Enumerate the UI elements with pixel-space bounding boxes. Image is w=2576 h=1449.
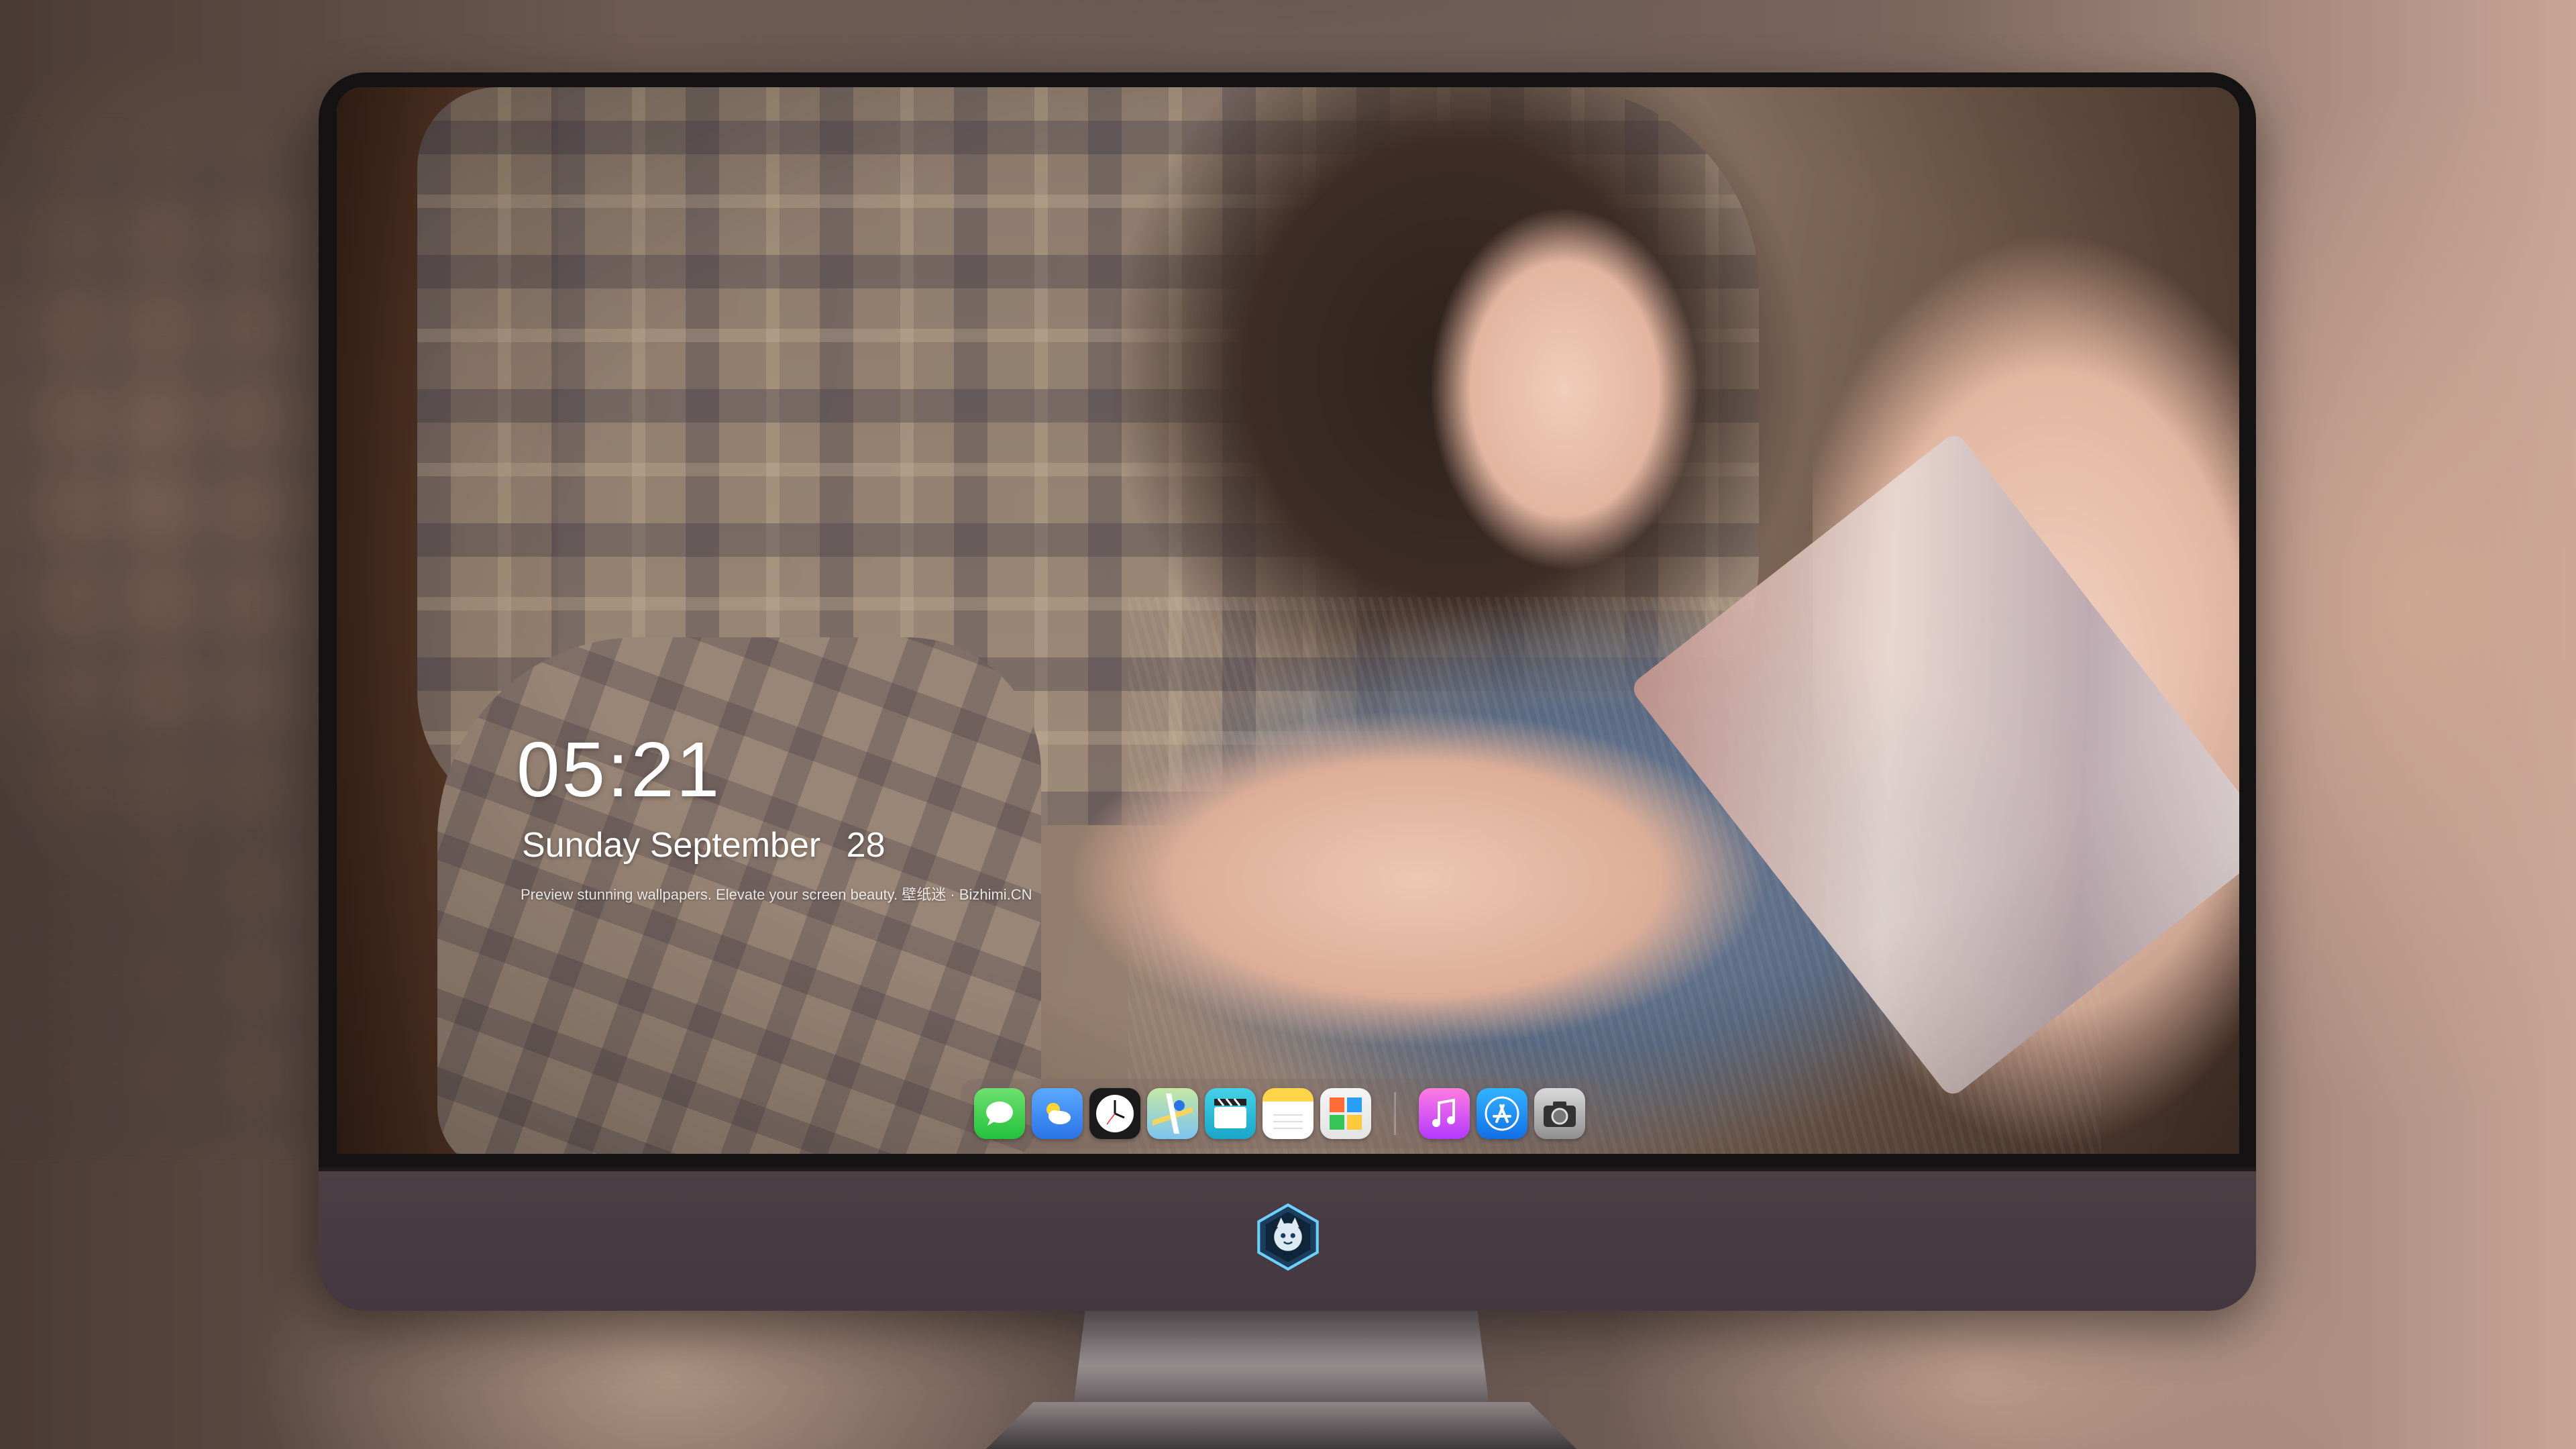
page: 05:21 Sunday September 28 Preview stunni… — [0, 0, 2576, 1449]
maps-icon[interactable] — [1147, 1088, 1198, 1139]
clock-weekday: Sunday — [522, 826, 641, 865]
wallpaper-vignette — [337, 87, 2239, 1154]
notes-icon[interactable] — [1263, 1088, 1313, 1139]
clock-time: 05:21 — [517, 726, 722, 813]
tiles-icon[interactable] — [1320, 1088, 1371, 1139]
desktop-screen: 05:21 Sunday September 28 Preview stunni… — [337, 87, 2239, 1154]
weather-icon[interactable] — [1032, 1088, 1083, 1139]
wallpaper-tagline: Preview stunning wallpapers. Elevate you… — [521, 886, 1032, 903]
clock-month: September — [649, 826, 821, 865]
messages-icon[interactable] — [974, 1088, 1025, 1139]
clock-day: 28 — [846, 826, 885, 865]
camera-icon[interactable] — [1534, 1088, 1585, 1139]
monitor-stand-base — [986, 1402, 1576, 1449]
music-icon[interactable] — [1419, 1088, 1470, 1139]
dock — [961, 1079, 1599, 1148]
monster-logo-icon — [1257, 1203, 1319, 1271]
dock-separator — [1394, 1092, 1396, 1135]
monitor-stand-neck — [1073, 1305, 1489, 1406]
clock-date: Sunday September 28 — [522, 825, 885, 865]
clock-icon[interactable] — [1089, 1088, 1140, 1139]
blurred-background-plaid — [0, 134, 309, 1140]
clips-icon[interactable] — [1205, 1088, 1256, 1139]
app-store-icon[interactable] — [1477, 1088, 1527, 1139]
